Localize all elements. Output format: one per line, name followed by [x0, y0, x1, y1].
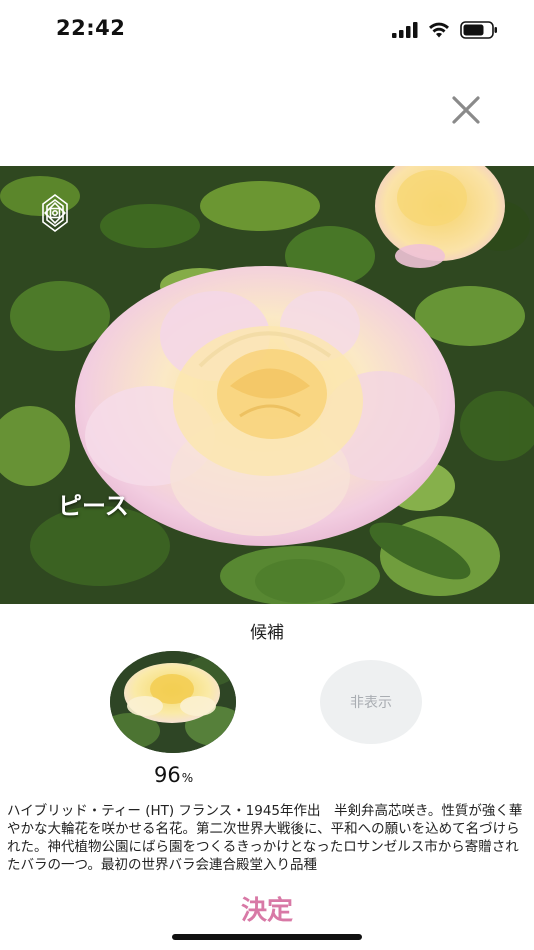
- match-score-value: 96: [154, 763, 181, 787]
- decide-button[interactable]: 決定: [0, 890, 534, 927]
- match-score-unit: %: [181, 771, 194, 785]
- status-bar: 22:42: [0, 0, 534, 60]
- wifi-icon: [429, 22, 449, 38]
- match-score: 96%: [154, 763, 193, 787]
- status-time: 22:42: [56, 16, 126, 40]
- rose-logo-button[interactable]: [34, 192, 76, 234]
- status-icons: [392, 20, 498, 40]
- rose-photo-image: [0, 166, 534, 604]
- candidates-title: 候補: [250, 623, 284, 643]
- cellular-signal-icon: [392, 22, 418, 38]
- candidate-rose-image: [110, 651, 236, 753]
- home-indicator[interactable]: [172, 934, 362, 940]
- flower-name-label: ピース: [58, 492, 129, 520]
- hide-button[interactable]: 非表示: [320, 660, 422, 744]
- close-button[interactable]: [446, 90, 486, 130]
- flower-photo: [0, 166, 534, 604]
- rose-logo-icon: [42, 194, 68, 232]
- candidate-thumbnail[interactable]: [110, 651, 236, 753]
- battery-icon: [460, 21, 497, 39]
- close-icon: [452, 96, 480, 124]
- flower-description: ハイブリッド・ティー (HT) フランス・1945年作出 半剣弁高芯咲き。性質が…: [7, 803, 523, 873]
